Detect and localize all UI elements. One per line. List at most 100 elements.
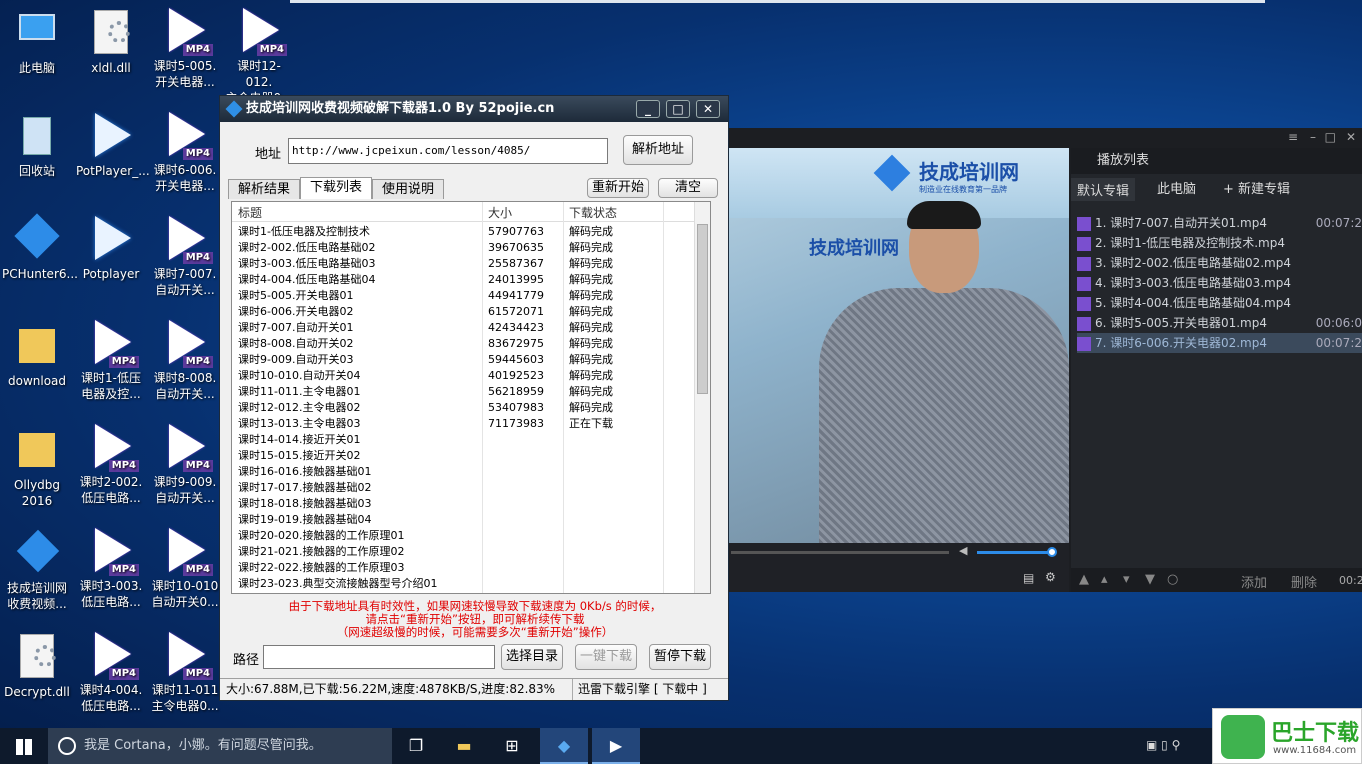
table-row[interactable]: 课时9-009.自动开关03 59445603 解码完成 [232, 352, 694, 368]
store-button[interactable]: ⊞ [488, 728, 536, 764]
minimize-button[interactable]: _ [636, 100, 660, 118]
search-icon[interactable]: ○ [1167, 572, 1178, 587]
tab-download-list[interactable]: 下载列表 [300, 177, 372, 199]
desktop-icon-decrypt[interactable]: Decrypt.dll [2, 634, 72, 700]
column-title[interactable]: 标题 [238, 204, 262, 221]
playlist-tab-this-pc[interactable]: 此电脑 [1157, 178, 1196, 197]
table-row[interactable]: 课时5-005.开关电器01 44941779 解码完成 [232, 288, 694, 304]
playlist-item[interactable]: 6. 课时5-005.开关电器01.mp4 00:06:0 [1077, 313, 1362, 333]
move-down-icon[interactable]: ▾ [1123, 572, 1130, 587]
column-status[interactable]: 下载状态 [569, 204, 617, 221]
settings-icon[interactable]: ⚙ [1045, 570, 1056, 584]
desktop-icon-jcpeixun[interactable]: 技成培训网 收费视频... [2, 529, 72, 612]
potplayer-taskbar-button[interactable]: ▶ [592, 728, 640, 764]
start-button[interactable] [0, 728, 48, 764]
table-row[interactable]: 课时20-020.接触器的工作原理01 [232, 528, 694, 544]
tab-usage[interactable]: 使用说明 [372, 179, 444, 199]
volume-slider[interactable] [977, 551, 1052, 554]
playlist-tab-default[interactable]: 默认专辑 [1071, 178, 1136, 201]
cortana-search-box[interactable]: 我是 Cortana，小娜。有问题尽管问我。 [48, 728, 392, 764]
table-row[interactable]: 课时1-低压电器及控制技术 57907763 解码完成 [232, 224, 694, 240]
desktop-icon-potplayer[interactable]: Potplayer [76, 216, 146, 282]
video-frame[interactable]: 技成培训网 制造业在线教育第一品牌 技成培训网 [729, 148, 1069, 543]
desktop-icon-video[interactable]: MP4 课时9-009. 自动开关... [150, 424, 220, 506]
seek-bar[interactable] [731, 551, 949, 554]
desktop-icon-potplayer-setup[interactable]: PotPlayer_... [76, 113, 150, 179]
table-row[interactable]: 课时4-004.低压电路基础04 24013995 解码完成 [232, 272, 694, 288]
table-row[interactable]: 课时18-018.接触器基础03 [232, 496, 694, 512]
tray-icons[interactable]: ▣ ▯ ⚲ [1146, 738, 1180, 752]
desktop-icon-xldl[interactable]: xldl.dll [76, 10, 146, 76]
file-explorer-button[interactable]: ▬ [440, 728, 488, 764]
table-row[interactable]: 课时17-017.接触器基础02 [232, 480, 694, 496]
task-view-button[interactable]: ❐ [392, 728, 440, 764]
desktop-icon-video[interactable]: MP4 课时11-011 主令电器0... [150, 632, 220, 714]
playlist-item[interactable]: 3. 课时2-002.低压电路基础02.mp4 [1077, 253, 1362, 273]
scrollbar-thumb[interactable] [697, 224, 708, 394]
table-row[interactable]: 课时2-002.低压电路基础02 39670635 解码完成 [232, 240, 694, 256]
desktop-icon-video[interactable]: MP4 课时3-003. 低压电路... [76, 528, 146, 610]
table-row[interactable]: 课时3-003.低压电路基础03 25587367 解码完成 [232, 256, 694, 272]
one-click-download-button[interactable]: 一键下载 [575, 644, 637, 670]
volume-knob[interactable] [1047, 547, 1057, 557]
table-row[interactable]: 课时6-006.开关电器02 61572071 解码完成 [232, 304, 694, 320]
minimize-icon[interactable]: – [1310, 130, 1316, 144]
list-scrollbar[interactable] [694, 202, 710, 593]
table-row[interactable]: 课时19-019.接触器基础04 [232, 512, 694, 528]
table-row[interactable]: 课时23-023.典型交流接触器型号介绍01 [232, 576, 694, 592]
table-row[interactable]: 课时7-007.自动开关01 42434423 解码完成 [232, 320, 694, 336]
desktop-icon-pchunter[interactable]: PCHunter6... [2, 213, 78, 282]
playlist-item[interactable]: 1. 课时7-007.自动开关01.mp4 00:07:2 [1077, 213, 1362, 233]
desktop-icon-download[interactable]: download [2, 323, 72, 389]
desktop-icon-video[interactable]: MP4 课时1-低压 电器及控... [76, 320, 146, 402]
desktop-icon-ollydbg[interactable]: Ollydbg 2016 [2, 427, 72, 509]
playlist-item[interactable]: 5. 课时4-004.低压电路基础04.mp4 [1077, 293, 1362, 313]
desktop-icon-recycle-bin[interactable]: 回收站 [2, 113, 72, 179]
playlist-item[interactable]: 2. 课时1-低压电器及控制技术.mp4 [1077, 233, 1362, 253]
table-row[interactable]: 课时13-013.主令电器03 71173983 正在下载 [232, 416, 694, 432]
download-list[interactable]: 标题 大小 下载状态 课时1-低压电器及控制技术 57907763 解码完成 课时2-… [231, 201, 711, 594]
pause-download-button[interactable]: 暂停下载 [649, 644, 711, 670]
table-row[interactable]: 课时21-021.接触器的工作原理02 [232, 544, 694, 560]
desktop-icon-video[interactable]: MP4 课时4-004. 低压电路... [76, 632, 146, 714]
parse-address-button[interactable]: 解析地址 [623, 135, 693, 165]
playlist-item[interactable]: 4. 课时3-003.低压电路基础03.mp4 [1077, 273, 1362, 293]
column-size[interactable]: 大小 [488, 204, 512, 221]
address-input[interactable]: http://www.jcpeixun.com/lesson/4085/ [288, 138, 608, 164]
table-row[interactable]: 课时10-010.自动开关04 40192523 解码完成 [232, 368, 694, 384]
close-icon[interactable]: ✕ [1346, 130, 1356, 144]
table-row[interactable]: 课时8-008.自动开关02 83672975 解码完成 [232, 336, 694, 352]
downloader-taskbar-button[interactable]: ◆ [540, 728, 588, 764]
desktop-icon-video[interactable]: MP4 课时2-002. 低压电路... [76, 424, 146, 506]
restart-button[interactable]: 重新开始 [587, 178, 649, 198]
move-up-icon[interactable]: ▴ [1101, 572, 1108, 587]
move-bottom-icon[interactable]: ▼ [1145, 572, 1155, 587]
maximize-button[interactable]: □ [666, 100, 690, 118]
table-row[interactable]: 课时11-011.主令电器01 56218959 解码完成 [232, 384, 694, 400]
table-row[interactable]: 课时16-016.接触器基础01 [232, 464, 694, 480]
desktop-icon-video[interactable]: MP4 课时12-012. 主令电器0... [224, 8, 294, 106]
close-button[interactable]: ✕ [696, 100, 720, 118]
delete-button[interactable]: 删除 [1291, 572, 1317, 591]
playlist-tab-new-album[interactable]: + 新建专辑 [1223, 178, 1290, 197]
tab-parse-result[interactable]: 解析结果 [228, 179, 300, 199]
move-top-icon[interactable]: ▲ [1079, 572, 1089, 587]
add-button[interactable]: 添加 [1241, 572, 1267, 591]
table-row[interactable]: 课时22-022.接触器的工作原理03 [232, 560, 694, 576]
table-row[interactable]: 课时15-015.接近开关02 [232, 448, 694, 464]
desktop-icon-this-pc[interactable]: 此电脑 [2, 10, 72, 76]
desktop-icon-video[interactable]: MP4 课时10-010 自动开关0... [150, 528, 220, 610]
path-input[interactable] [263, 645, 495, 669]
maximize-icon[interactable]: □ [1325, 130, 1336, 144]
playlist-toggle-icon[interactable]: ▤ [1023, 571, 1034, 585]
desktop-icon-video[interactable]: MP4 课时6-006. 开关电器... [150, 112, 220, 194]
volume-icon[interactable]: ◀ [959, 544, 967, 557]
table-row[interactable]: 课时12-012.主令电器02 53407983 解码完成 [232, 400, 694, 416]
menu-icon[interactable]: ≡ [1288, 130, 1298, 144]
desktop-icon-video[interactable]: MP4 课时5-005. 开关电器... [150, 8, 220, 90]
desktop-icon-video[interactable]: MP4 课时7-007. 自动开关... [150, 216, 220, 298]
clear-button[interactable]: 清空 [658, 178, 718, 198]
playlist-item-selected[interactable]: 7. 课时6-006.开关电器02.mp4 00:07:2 [1077, 333, 1362, 353]
desktop-icon-video[interactable]: MP4 课时8-008. 自动开关... [150, 320, 220, 402]
choose-directory-button[interactable]: 选择目录 [501, 644, 563, 670]
